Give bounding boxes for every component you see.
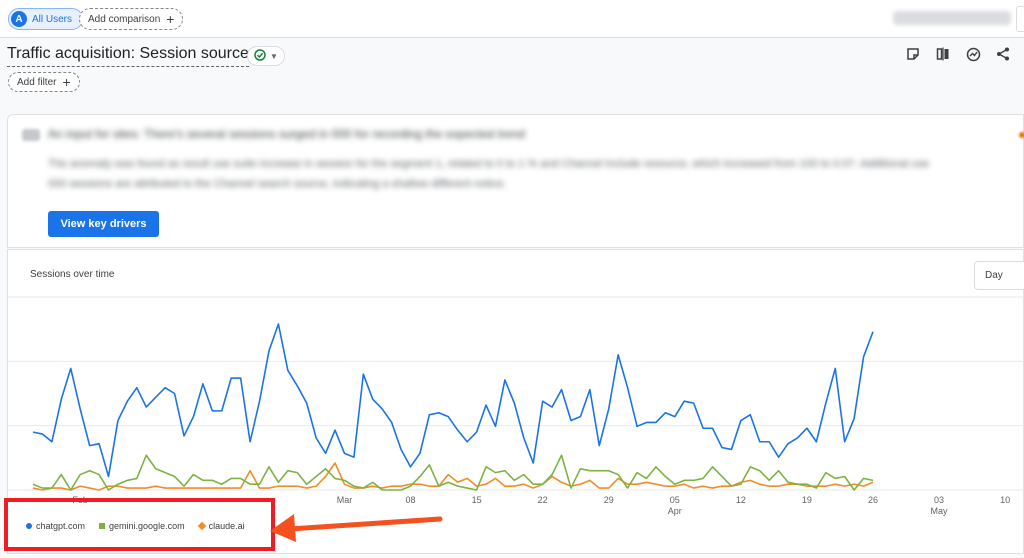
x-tick-label: Mar bbox=[337, 495, 353, 505]
x-tick-label: 10 bbox=[1000, 495, 1010, 505]
x-tick-label: 05 bbox=[670, 495, 680, 505]
x-tick-label: 15 bbox=[472, 495, 482, 505]
sessions-line-chart: Feb Mar 08 15 22 29 05Apr12 19 26 03May10 bbox=[8, 296, 1024, 516]
x-tick-label: 29 bbox=[604, 495, 614, 505]
x-tick-label: 08 bbox=[406, 495, 416, 505]
annotation-arrow-icon bbox=[270, 514, 443, 542]
x-tick-label: 12 bbox=[736, 495, 746, 505]
series-line-chatgpt-com bbox=[32, 323, 874, 478]
x-tick-label: 03 bbox=[934, 495, 944, 505]
x-month-label: Apr bbox=[668, 506, 682, 516]
series-line-gemini-google-com bbox=[32, 454, 874, 491]
x-tick-label: 19 bbox=[802, 495, 812, 505]
analytics-report-page: A All Users Add comparison + Traffic acq… bbox=[0, 0, 1024, 558]
x-month-label: May bbox=[931, 506, 949, 516]
x-tick-label: 22 bbox=[538, 495, 548, 505]
annotation-highlight-box bbox=[4, 498, 275, 551]
x-tick-label: 26 bbox=[868, 495, 878, 505]
series-line-claude-ai bbox=[32, 462, 874, 491]
